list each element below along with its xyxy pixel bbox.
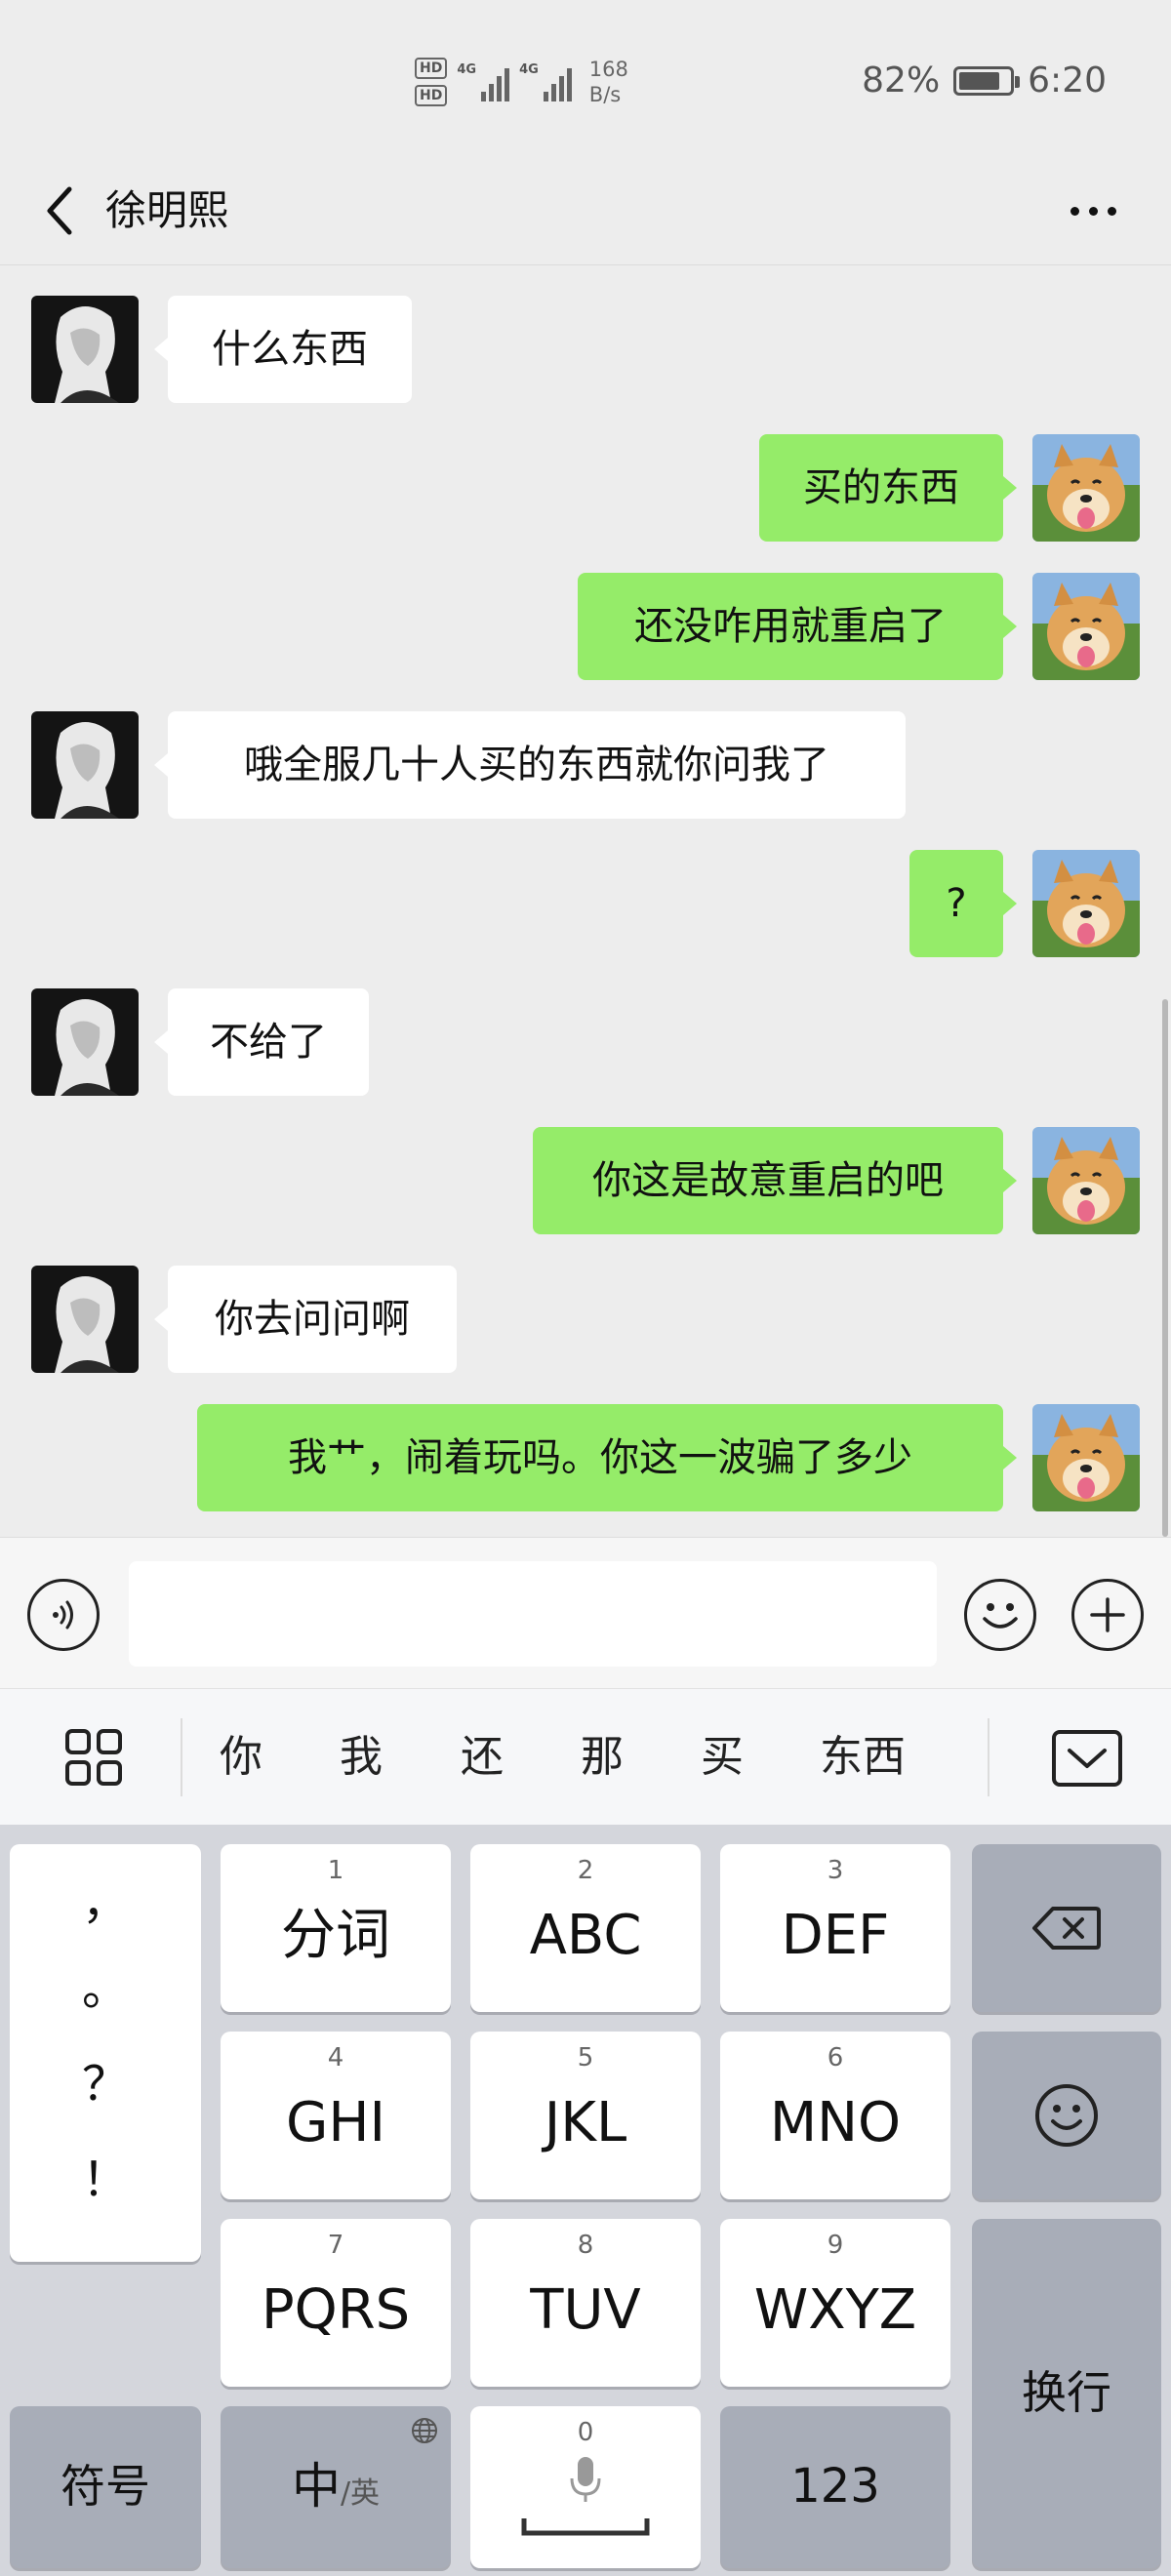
hd-badge-1: HD xyxy=(415,58,448,79)
key-1[interactable]: 1 分词 xyxy=(221,1844,451,2012)
key-6[interactable]: 6 MNO xyxy=(720,2032,950,2199)
globe-icon xyxy=(412,2418,437,2443)
message-row: ? xyxy=(0,845,1171,957)
signal-icon-2: 4G xyxy=(519,62,572,101)
my-avatar[interactable] xyxy=(1032,1127,1140,1234)
message-list[interactable]: 什么东西买的东西还没咋用就重启了哦全服几十人买的东西就你问我了? 不给了你这是故意… xyxy=(0,265,1171,1537)
voice-button[interactable] xyxy=(27,1579,100,1651)
message-row: 我艹，闹着玩吗。你这一波骗了多少 xyxy=(0,1399,1171,1511)
voice-icon xyxy=(53,1600,73,1630)
message-input[interactable] xyxy=(129,1561,937,1667)
sent-message-bubble[interactable]: 买的东西 xyxy=(759,434,1017,542)
message-row: 你这是故意重启的吧 xyxy=(0,1122,1171,1234)
hd-badge-2: HD xyxy=(415,85,448,106)
keyboard: ， 。 ？ ！ 1 分词 2 ABC 3 DEF 4 GHI 5 JKL 6 M… xyxy=(0,1825,1171,2576)
space-key[interactable]: 0 xyxy=(470,2406,701,2568)
message-row: 什么东西 xyxy=(0,291,1171,403)
sent-message-bubble[interactable]: 我艹，闹着玩吗。你这一波骗了多少 xyxy=(197,1404,1017,1511)
microphone-icon xyxy=(570,2457,601,2502)
punct-comma[interactable]: ， xyxy=(10,1873,201,1932)
grid-icon xyxy=(65,1729,122,1786)
key-8[interactable]: 8 TUV xyxy=(470,2219,701,2387)
message-row: 你去问问啊 xyxy=(0,1261,1171,1373)
signal-icon-1: 4G xyxy=(457,62,510,101)
backspace-icon xyxy=(1032,1907,1101,1950)
battery-icon xyxy=(953,65,1021,96)
more-button[interactable] xyxy=(1054,183,1132,238)
status-right: 82% 6:20 xyxy=(862,60,1107,101)
sent-message-bubble[interactable]: 还没咋用就重启了 xyxy=(578,573,1017,680)
back-button[interactable] xyxy=(29,176,88,246)
punct-exclaim[interactable]: ！ xyxy=(10,2151,201,2209)
input-bar xyxy=(0,1537,1171,1688)
message-row: 哦全服几十人买的东西就你问我了 xyxy=(0,706,1171,819)
sent-message-bubble[interactable]: ? xyxy=(909,850,1017,957)
hd-indicators: HD HD xyxy=(415,58,448,106)
candidate-word[interactable]: 那 xyxy=(581,1726,624,1789)
more-dots-icon xyxy=(1070,206,1116,216)
space-bar-icon xyxy=(521,2518,650,2536)
chat-header: 徐明熙 xyxy=(0,156,1171,265)
emoji-button[interactable] xyxy=(964,1579,1036,1651)
message-row: 还没咋用就重启了 xyxy=(0,568,1171,680)
key-3[interactable]: 3 DEF xyxy=(720,1844,950,2012)
plus-button[interactable] xyxy=(1071,1579,1144,1651)
received-message-bubble[interactable]: 你去问问啊 xyxy=(154,1266,457,1373)
enter-key[interactable]: 换行 xyxy=(972,2219,1161,2568)
network-speed: 168 B/s xyxy=(588,58,628,106)
chevron-left-icon xyxy=(47,186,72,235)
candidate-word[interactable]: 你 xyxy=(220,1726,262,1789)
message-row: 买的东西 xyxy=(0,429,1171,542)
key-4[interactable]: 4 GHI xyxy=(221,2032,451,2199)
my-avatar[interactable] xyxy=(1032,434,1140,542)
backspace-key[interactable] xyxy=(972,1844,1161,2012)
candidate-word[interactable]: 东西 xyxy=(820,1726,906,1789)
contact-avatar[interactable] xyxy=(31,711,139,819)
punct-period[interactable]: 。 xyxy=(10,1959,201,2018)
divider xyxy=(988,1718,989,1796)
smiley-icon xyxy=(1035,2084,1098,2147)
chat-scrollbar[interactable] xyxy=(1162,999,1168,1537)
chevron-down-icon xyxy=(1068,1749,1107,1768)
candidate-bar: 你 我 还 那 买 东西 xyxy=(0,1688,1171,1825)
emoji-icon xyxy=(983,1603,1018,1629)
language-switch-key[interactable]: 中/英 xyxy=(221,2406,451,2568)
received-message-bubble[interactable]: 哦全服几十人买的东西就你问我了 xyxy=(154,711,906,819)
punct-question[interactable]: ？ xyxy=(10,2055,201,2113)
key-5[interactable]: 5 JKL xyxy=(470,2032,701,2199)
key-2[interactable]: 2 ABC xyxy=(470,1844,701,2012)
received-message-bubble[interactable]: 什么东西 xyxy=(154,296,412,403)
network-indicators: HD HD 4G 4G 168 B/s xyxy=(415,57,628,107)
emoji-key[interactable] xyxy=(972,2032,1161,2199)
contact-avatar[interactable] xyxy=(31,296,139,403)
contact-avatar[interactable] xyxy=(31,1266,139,1373)
candidate-word[interactable]: 还 xyxy=(461,1726,504,1789)
key-7[interactable]: 7 PQRS xyxy=(221,2219,451,2387)
chat-title: 徐明熙 xyxy=(105,186,229,234)
battery-percent: 82% xyxy=(862,60,941,101)
collapse-keyboard-button[interactable] xyxy=(1052,1730,1122,1787)
symbols-key[interactable]: 符号 xyxy=(10,2406,201,2568)
contact-avatar[interactable] xyxy=(31,988,139,1096)
punctuation-column[interactable]: ， 。 ？ ！ xyxy=(10,1844,201,2262)
divider xyxy=(181,1718,182,1796)
clock: 6:20 xyxy=(1028,60,1107,101)
numbers-key[interactable]: 123 xyxy=(720,2406,950,2568)
ime-menu-button[interactable] xyxy=(64,1728,123,1787)
candidate-word[interactable]: 我 xyxy=(340,1726,383,1789)
lang-main: 中 xyxy=(291,2458,341,2515)
key-9[interactable]: 9 WXYZ xyxy=(720,2219,950,2387)
status-bar: HD HD 4G 4G 168 B/s 82% 6:20 xyxy=(0,0,1171,156)
sent-message-bubble[interactable]: 你这是故意重启的吧 xyxy=(533,1127,1017,1234)
my-avatar[interactable] xyxy=(1032,573,1140,680)
my-avatar[interactable] xyxy=(1032,850,1140,957)
lang-sub: /英 xyxy=(340,2476,381,2511)
message-row: 不给了 xyxy=(0,984,1171,1096)
plus-icon xyxy=(1090,1597,1125,1632)
received-message-bubble[interactable]: 不给了 xyxy=(154,988,369,1096)
candidate-word[interactable]: 买 xyxy=(701,1726,744,1789)
my-avatar[interactable] xyxy=(1032,1404,1140,1511)
